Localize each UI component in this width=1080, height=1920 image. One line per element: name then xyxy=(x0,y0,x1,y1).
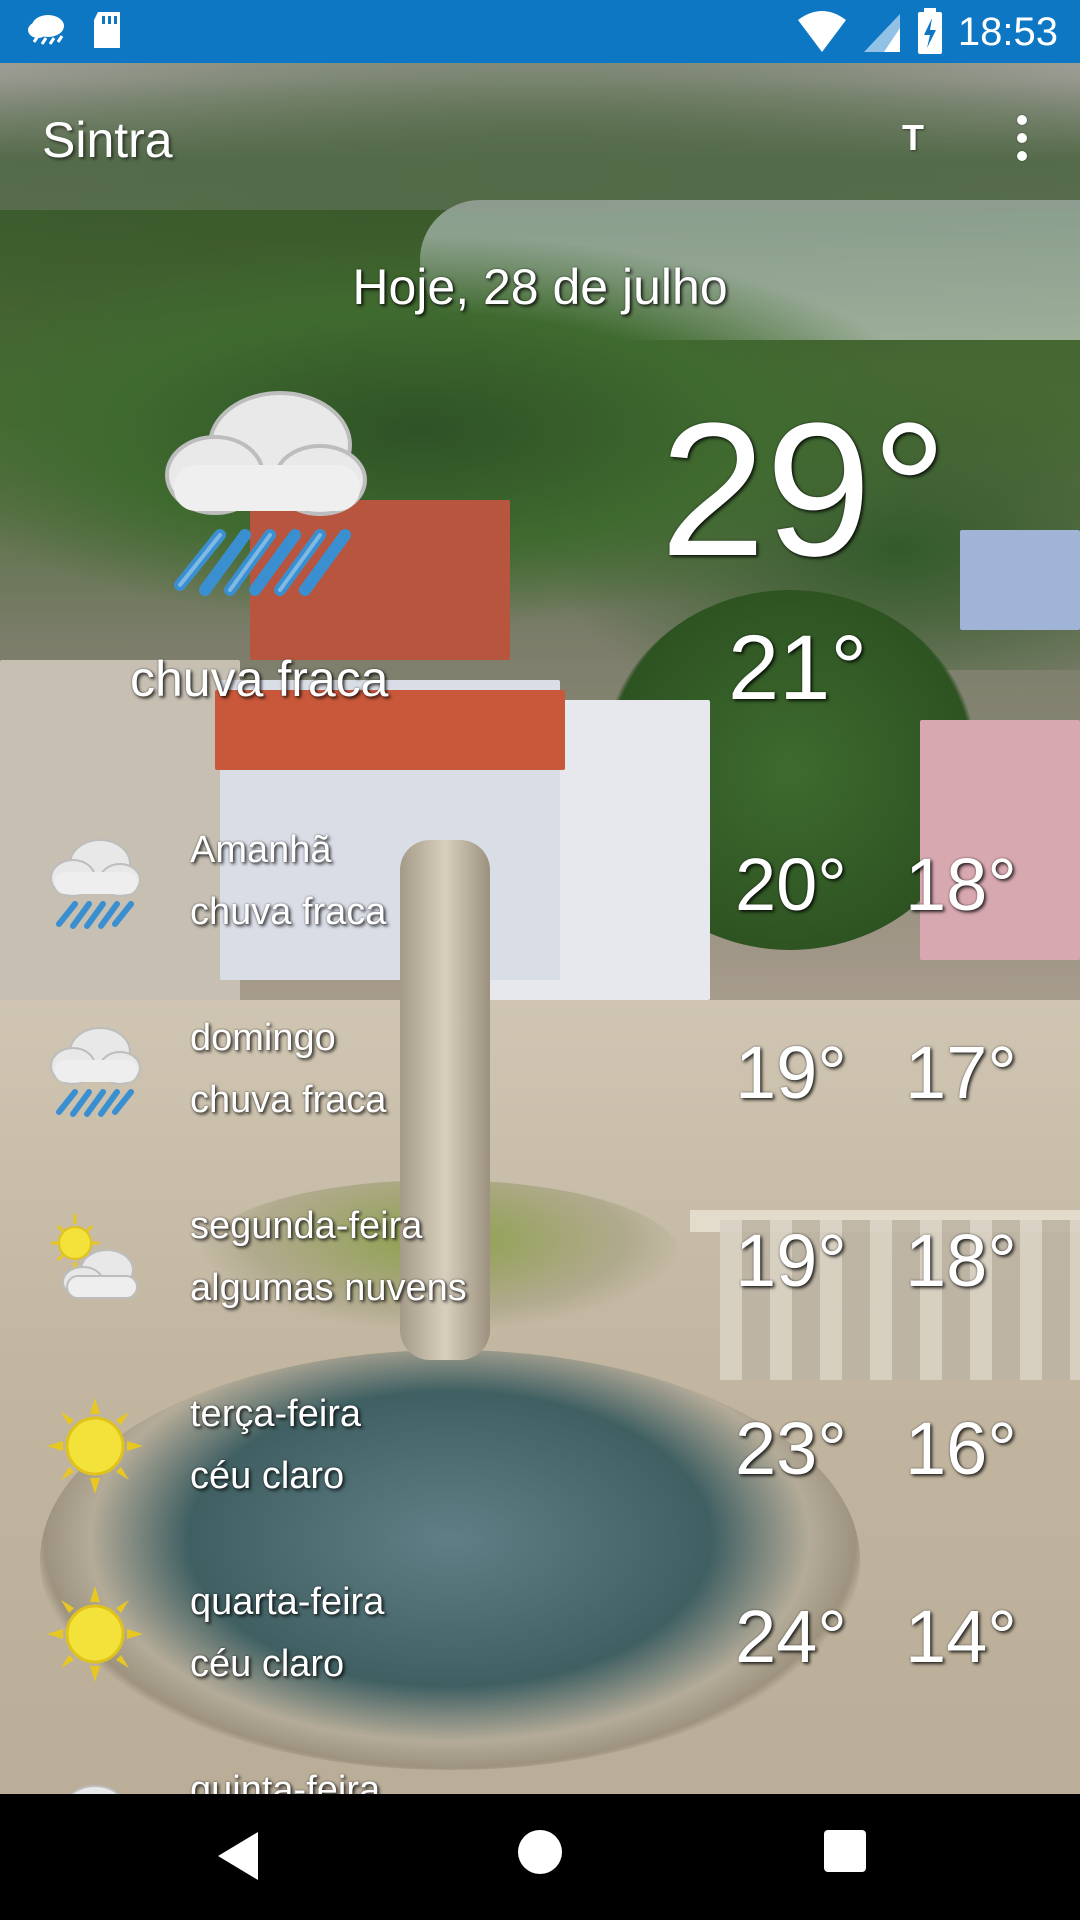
forecast-day-name: quarta-feira xyxy=(190,1581,385,1623)
forecast-condition: céu claro xyxy=(190,1455,345,1497)
cloud-icon xyxy=(70,1785,120,1794)
today-date: Hoje, 28 de julho xyxy=(352,259,728,315)
current-temperature: 29° xyxy=(660,384,948,596)
cloud-rain-icon xyxy=(50,1027,141,1117)
weather-rain-icon xyxy=(28,15,64,45)
background-building xyxy=(960,530,1080,630)
forecast-day-name: segunda-feira xyxy=(190,1205,423,1247)
forecast-low: 18° xyxy=(905,843,1017,926)
forecast-day-name: domingo xyxy=(190,1017,336,1059)
app-bar: Sintra T xyxy=(0,63,1080,210)
forecast-row[interactable]: Amanhã chuva fraca 20° 18° xyxy=(0,820,1080,1000)
units-toggle-button[interactable]: T xyxy=(890,113,936,163)
forecast-high: 20° xyxy=(735,843,847,926)
overflow-menu-icon[interactable] xyxy=(1000,103,1044,173)
forecast-low: 17° xyxy=(905,1031,1017,1114)
forecast-condition: algumas nuvens xyxy=(190,1267,467,1309)
forecast-low: 16° xyxy=(905,1407,1017,1490)
navigation-bar xyxy=(0,1794,1080,1920)
battery-charging-icon xyxy=(917,8,942,54)
forecast-low: 18° xyxy=(905,1219,1017,1302)
cloud-rain-icon xyxy=(50,839,141,929)
back-icon[interactable] xyxy=(212,1826,272,1886)
status-time: 18:53 xyxy=(957,10,1058,54)
recents-icon[interactable] xyxy=(824,1830,866,1872)
wifi-icon xyxy=(797,11,846,52)
forecast-day-name: quinta-feira xyxy=(190,1769,381,1794)
forecast-day-name: Amanhã xyxy=(190,829,332,871)
app-title: Sintra xyxy=(42,112,173,168)
cloud-rain-icon xyxy=(165,391,367,596)
forecast-high: 19° xyxy=(735,1219,847,1302)
forecast-high: 23° xyxy=(735,1407,847,1490)
current-low-temperature: 21° xyxy=(728,617,868,719)
forecast-condition: chuva fraca xyxy=(190,891,387,933)
forecast-high: 24° xyxy=(735,1595,847,1678)
sun-icon xyxy=(47,1586,143,1682)
forecast-row[interactable]: terça-feira céu claro 23° 16° xyxy=(0,1384,1080,1564)
forecast-condition: chuva fraca xyxy=(190,1079,387,1121)
forecast-row[interactable]: quinta-feira xyxy=(0,1760,1080,1794)
forecast-day-name: terça-feira xyxy=(190,1393,362,1435)
current-condition: chuva fraca xyxy=(130,651,389,707)
sun-cloud-icon xyxy=(51,1214,138,1299)
forecast-row[interactable]: segunda-feira algumas nuvens 19° 18° xyxy=(0,1196,1080,1376)
forecast-high: 19° xyxy=(735,1031,847,1114)
forecast-low: 14° xyxy=(905,1595,1017,1678)
cell-signal-icon xyxy=(863,14,900,52)
forecast-condition: céu claro xyxy=(190,1643,345,1685)
status-bar: 18:53 xyxy=(0,0,1080,63)
home-icon[interactable] xyxy=(518,1830,562,1874)
sd-card-icon xyxy=(94,12,120,48)
forecast-row[interactable]: quarta-feira céu claro 24° 14° xyxy=(0,1572,1080,1752)
sun-icon xyxy=(47,1398,143,1494)
forecast-row[interactable]: domingo chuva fraca 19° 17° xyxy=(0,1008,1080,1188)
